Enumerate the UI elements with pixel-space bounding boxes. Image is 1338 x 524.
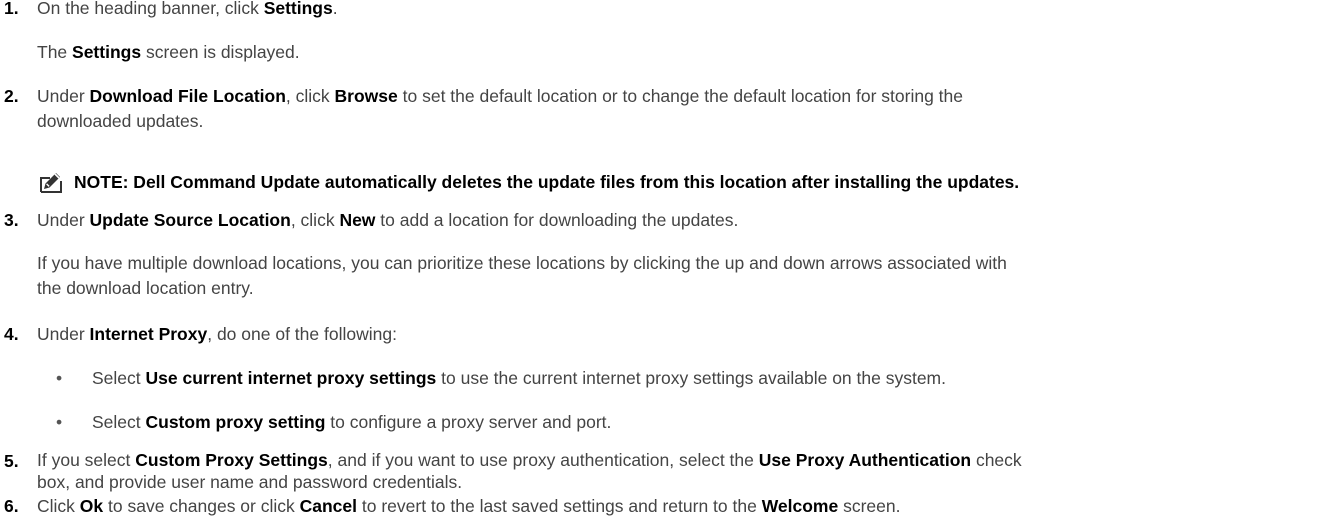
- step-text: On the heading banner, click Settings.: [37, 0, 338, 18]
- bullet-text: Select Use current internet proxy settin…: [92, 368, 946, 388]
- bullet-glyph: •: [56, 368, 63, 388]
- pencil-note-icon: [37, 168, 65, 196]
- ui-term: Settings: [72, 42, 142, 62]
- ui-term: Internet Proxy: [89, 324, 208, 344]
- bullet-glyph: •: [56, 412, 63, 432]
- step-number: 3.: [4, 210, 19, 230]
- ui-term: Ok: [79, 496, 104, 516]
- step-2: 2. Under Download File Location, click B…: [0, 84, 1330, 144]
- ui-term: Update Source Location: [89, 210, 291, 230]
- step-6: 6. Click Ok to save changes or click Can…: [0, 494, 1330, 524]
- note-callout: NOTE: Dell Command Update automatically …: [37, 168, 1337, 198]
- ui-term: Cancel: [299, 496, 358, 516]
- ui-term: Use Proxy Authentication: [758, 450, 972, 470]
- step-number: 4.: [4, 324, 19, 344]
- step-text: If you select Custom Proxy Settings, and…: [37, 449, 1327, 493]
- step-text: Under Download File Location, click Brow…: [37, 84, 1327, 134]
- step-text: Under Update Source Location, click New …: [37, 210, 739, 230]
- step-number: 1.: [4, 0, 19, 18]
- ui-term: New: [339, 210, 376, 230]
- ui-term: Welcome: [761, 496, 839, 516]
- ui-term: Download File Location: [89, 86, 286, 106]
- ui-term: Custom proxy setting: [145, 412, 326, 432]
- step-3-detail: If you have multiple download locations,…: [37, 251, 1327, 301]
- step-number: 5.: [4, 451, 19, 471]
- step-line-1: If you select Custom Proxy Settings, and…: [37, 450, 1022, 470]
- ui-term: Use current internet proxy settings: [145, 368, 437, 388]
- ui-term: Settings: [263, 0, 333, 18]
- bullet-text: Select Custom proxy setting to configure…: [92, 412, 612, 432]
- detail-line-2: the download location entry.: [37, 278, 254, 298]
- step-3: 3. Under Update Source Location, click N…: [0, 208, 1330, 238]
- step-line-1: Under Download File Location, click Brow…: [37, 86, 963, 106]
- instructions-document: 1. On the heading banner, click Settings…: [0, 0, 1338, 522]
- step-1-result: The Settings screen is displayed.: [37, 42, 300, 62]
- ui-term: Custom Proxy Settings: [135, 450, 328, 470]
- step-line-2: box, and provide user name and password …: [37, 472, 463, 492]
- step-4: 4. Under Internet Proxy, do one of the f…: [0, 322, 1330, 352]
- step-number: 2.: [4, 86, 19, 106]
- step-text: Click Ok to save changes or click Cancel…: [37, 496, 901, 516]
- ui-term: Browse: [334, 86, 398, 106]
- step-line-2: downloaded updates.: [37, 111, 204, 131]
- note-text: NOTE: Dell Command Update automatically …: [74, 172, 1020, 192]
- step-text: Under Internet Proxy, do one of the foll…: [37, 324, 397, 344]
- step-number: 6.: [4, 496, 19, 516]
- detail-line-1: If you have multiple download locations,…: [37, 253, 1007, 273]
